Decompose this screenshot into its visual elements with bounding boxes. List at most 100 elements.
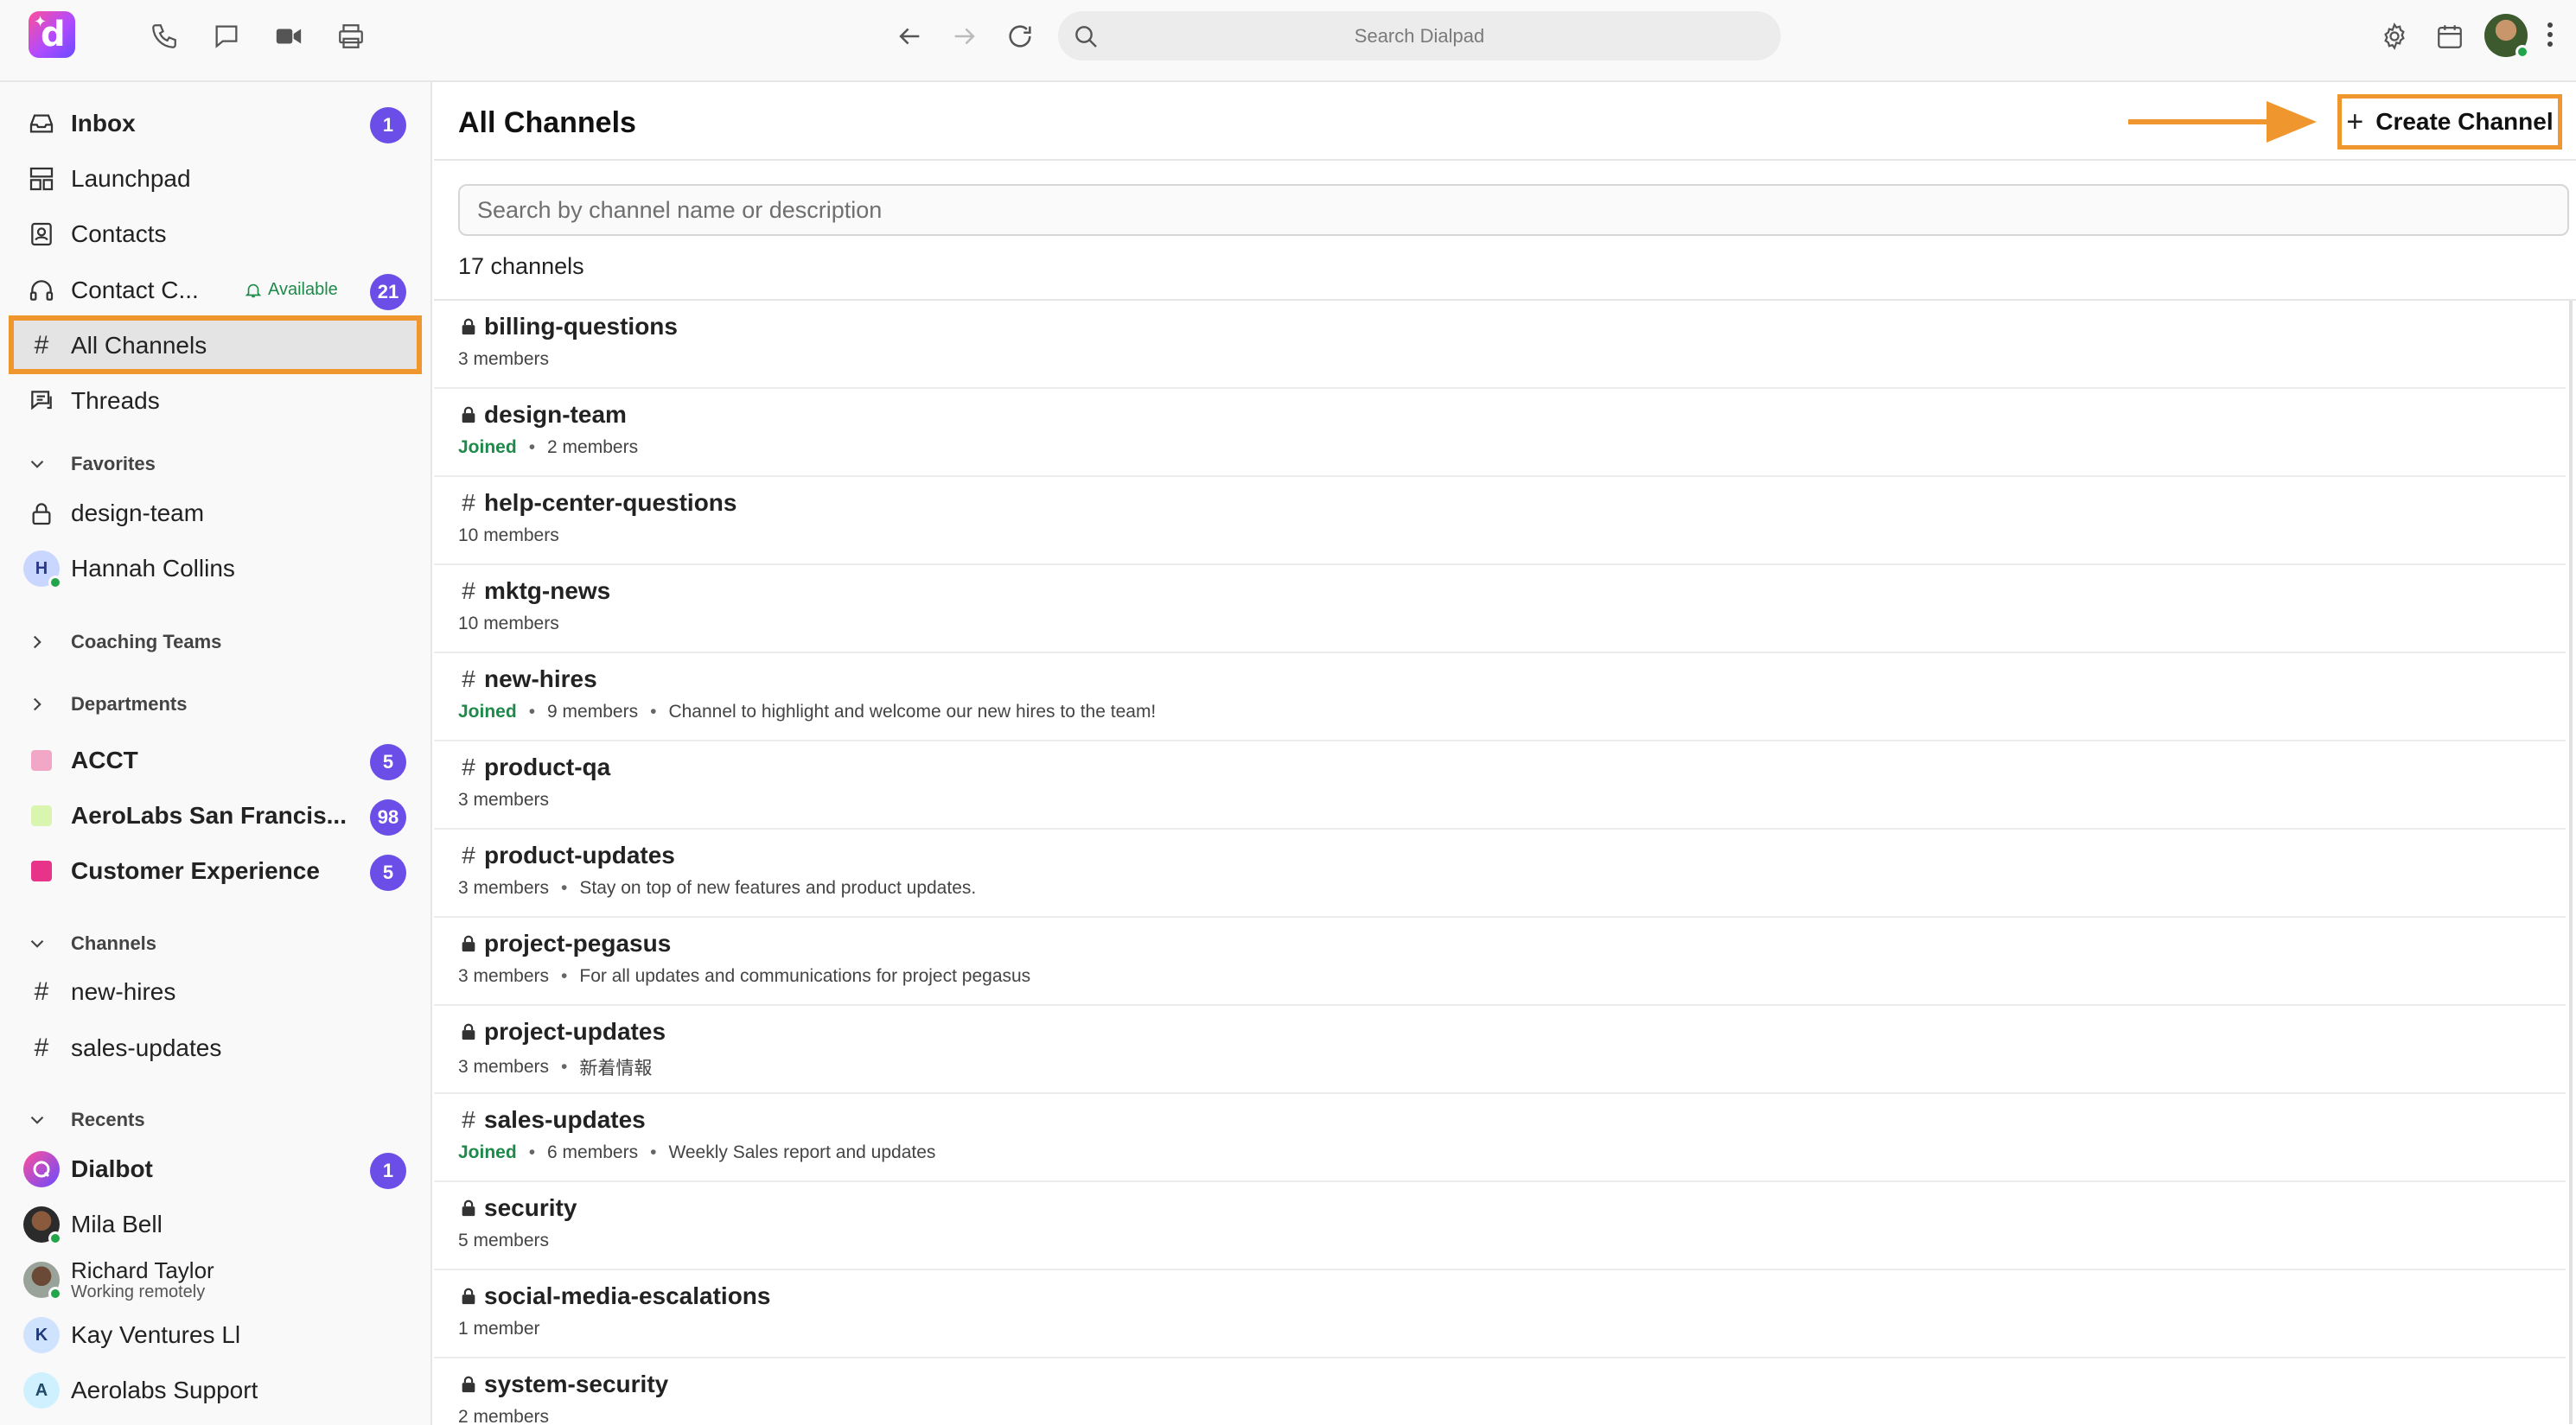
phone-icon[interactable] bbox=[143, 16, 185, 57]
forward-arrow-icon[interactable] bbox=[944, 16, 985, 57]
unread-badge: 21 bbox=[370, 274, 406, 310]
sidebar-item-recent-mila-bell[interactable]: Mila Bell bbox=[17, 1199, 415, 1250]
channel-meta: Joined • 6 members • Weekly Sales report and… bbox=[458, 1142, 935, 1163]
sidebar-item-recent-aerolabs-support[interactable]: A Aerolabs Support bbox=[17, 1365, 415, 1415]
avatar-initial: K bbox=[35, 1325, 48, 1345]
user-avatar[interactable] bbox=[2484, 14, 2529, 59]
avatar-wrapper: K bbox=[21, 1310, 62, 1360]
global-search-input[interactable]: Search Dialpad bbox=[1058, 11, 1781, 60]
chevron-right-icon bbox=[33, 697, 41, 711]
sidebar-item-label: Contacts bbox=[71, 220, 167, 247]
channel-meta: 10 members bbox=[458, 614, 559, 634]
hash-icon: # bbox=[462, 489, 475, 516]
sidebar-item-launchpad[interactable]: Launchpad bbox=[17, 154, 415, 204]
lock-icon bbox=[458, 403, 479, 427]
sidebar-item-label: Hannah Collins bbox=[71, 555, 235, 582]
avatar: A bbox=[23, 1372, 60, 1409]
departments-section-header[interactable]: Departments bbox=[26, 687, 187, 722]
coaching-teams-section-header[interactable]: Coaching Teams bbox=[26, 625, 221, 659]
presence-dot bbox=[48, 1287, 62, 1301]
channel-row[interactable]: system-security 2 members bbox=[434, 1358, 2566, 1425]
sidebar-item-favorite-hannah-collins[interactable]: H Hannah Collins bbox=[17, 544, 415, 594]
channel-row[interactable]: # new-hires Joined • 9 members • Channel to hi… bbox=[434, 653, 2566, 741]
sidebar-item-contacts[interactable]: Contacts bbox=[17, 209, 415, 259]
channel-search-input[interactable] bbox=[460, 186, 2567, 234]
channel-row[interactable]: # sales-updates Joined • 6 members • Weekly Sa… bbox=[434, 1094, 2566, 1182]
channel-row[interactable]: project-pegasus 3 members • For all updates… bbox=[434, 918, 2566, 1006]
headset-icon bbox=[21, 265, 62, 315]
sidebar-item-favorite-design-team[interactable]: design-team bbox=[17, 488, 415, 538]
sidebar-item-channel-sales-updates[interactable]: # sales-updates bbox=[17, 1023, 415, 1073]
sidebar-item-label: Inbox bbox=[71, 110, 136, 137]
member-count: 10 members bbox=[458, 614, 559, 633]
sidebar-item-channel-new-hires[interactable]: # new-hires bbox=[17, 967, 415, 1017]
channel-row[interactable]: # product-updates 3 members • Stay on top of… bbox=[434, 830, 2566, 918]
sidebar-item-label: Dialbot bbox=[71, 1155, 153, 1182]
joined-label: Joined bbox=[458, 702, 517, 722]
department-color-swatch bbox=[31, 750, 52, 771]
dialpad-logo-icon[interactable]: ✦ d bbox=[29, 11, 75, 58]
availability-label: Available bbox=[268, 280, 338, 299]
sidebar-item-contact-center[interactable]: Contact C... Available 21 bbox=[17, 265, 415, 315]
chevron-down-icon bbox=[30, 939, 44, 948]
availability-status[interactable]: Available bbox=[244, 280, 338, 300]
avatar: K bbox=[23, 1317, 60, 1353]
back-arrow-icon[interactable] bbox=[889, 16, 930, 57]
channel-row[interactable]: design-team Joined • 2 members bbox=[434, 389, 2566, 477]
hash-icon: # bbox=[34, 1034, 49, 1062]
calendar-icon[interactable] bbox=[2429, 16, 2471, 57]
message-icon[interactable] bbox=[206, 16, 247, 57]
channel-row[interactable]: project-updates 3 members • 新着情報 bbox=[434, 1006, 2566, 1094]
channel-name-line: # help-center-questions bbox=[458, 489, 736, 517]
lock-icon bbox=[458, 1196, 479, 1220]
channel-meta: 3 members • For all updates and communicat… bbox=[458, 966, 1030, 987]
sidebar-item-inbox[interactable]: Inbox 1 bbox=[17, 99, 415, 149]
sidebar-item-recent-dialbot[interactable]: Dialbot 1 bbox=[17, 1144, 415, 1194]
recents-section-header[interactable]: Recents bbox=[26, 1103, 145, 1137]
presence-dot bbox=[2515, 45, 2529, 59]
channel-meta: Joined • 9 members • Channel to highlight an… bbox=[458, 702, 1156, 722]
member-count: 3 members bbox=[458, 790, 550, 810]
channel-meta: 3 members • Stay on top of new features an… bbox=[458, 878, 976, 899]
chevron-down-icon bbox=[30, 460, 44, 468]
sidebar-item-recent-richard-taylor[interactable]: Richard Taylor Working remotely bbox=[17, 1255, 415, 1305]
channel-row[interactable]: social-media-escalations 1 member bbox=[434, 1270, 2566, 1358]
color-swatch-wrapper bbox=[21, 846, 62, 896]
sidebar-item-recent-kay-ventures[interactable]: K Kay Ventures Ll bbox=[17, 1310, 415, 1360]
channel-row[interactable]: # mktg-news 10 members bbox=[434, 565, 2566, 653]
bell-icon bbox=[245, 283, 262, 297]
channel-name: mktg-news bbox=[484, 577, 611, 604]
channel-row[interactable]: security 5 members bbox=[434, 1182, 2566, 1270]
video-icon[interactable] bbox=[268, 16, 309, 57]
scrollbar[interactable] bbox=[2569, 301, 2573, 1424]
sidebar-item-label: sales-updates bbox=[71, 1034, 222, 1061]
favorites-section-header[interactable]: Favorites bbox=[26, 447, 156, 481]
channel-meta: 1 member bbox=[458, 1319, 540, 1339]
refresh-icon[interactable] bbox=[999, 16, 1041, 57]
sidebar-item-threads[interactable]: Threads bbox=[17, 376, 415, 426]
channel-meta: 5 members bbox=[458, 1231, 549, 1251]
sidebar-item-label: Threads bbox=[71, 387, 160, 414]
channels-section-header[interactable]: Channels bbox=[26, 926, 156, 961]
channel-row[interactable]: # help-center-questions 10 members bbox=[434, 477, 2566, 565]
more-menu-icon[interactable] bbox=[2547, 22, 2554, 48]
member-count: 9 members bbox=[547, 702, 639, 722]
hash-icon: # bbox=[34, 977, 49, 1006]
channel-row[interactable]: # product-qa 3 members bbox=[434, 741, 2566, 830]
separator-dot: • bbox=[561, 1057, 568, 1077]
separator-dot: • bbox=[528, 437, 536, 457]
sidebar-item-label: Launchpad bbox=[71, 165, 191, 192]
sidebar-item-department-aerolabs[interactable]: AeroLabs San Francis... 98 bbox=[17, 791, 415, 841]
settings-gear-icon[interactable] bbox=[2374, 16, 2415, 57]
sidebar-item-department-customer-experience[interactable]: Customer Experience 5 bbox=[17, 846, 415, 896]
channel-row[interactable]: billing-questions 3 members bbox=[434, 301, 2566, 389]
create-channel-button[interactable]: + Create Channel bbox=[2337, 94, 2562, 149]
unread-badge: 1 bbox=[370, 1153, 406, 1189]
channel-name-line: project-updates bbox=[458, 1018, 666, 1046]
printer-icon[interactable] bbox=[330, 16, 372, 57]
member-count: 5 members bbox=[458, 1231, 550, 1250]
sidebar-item-label: design-team bbox=[71, 499, 205, 526]
joined-label: Joined bbox=[458, 437, 517, 457]
sidebar-item-department-acct[interactable]: ACCT 5 bbox=[17, 735, 415, 786]
channel-description: Weekly Sales report and updates bbox=[668, 1142, 936, 1162]
